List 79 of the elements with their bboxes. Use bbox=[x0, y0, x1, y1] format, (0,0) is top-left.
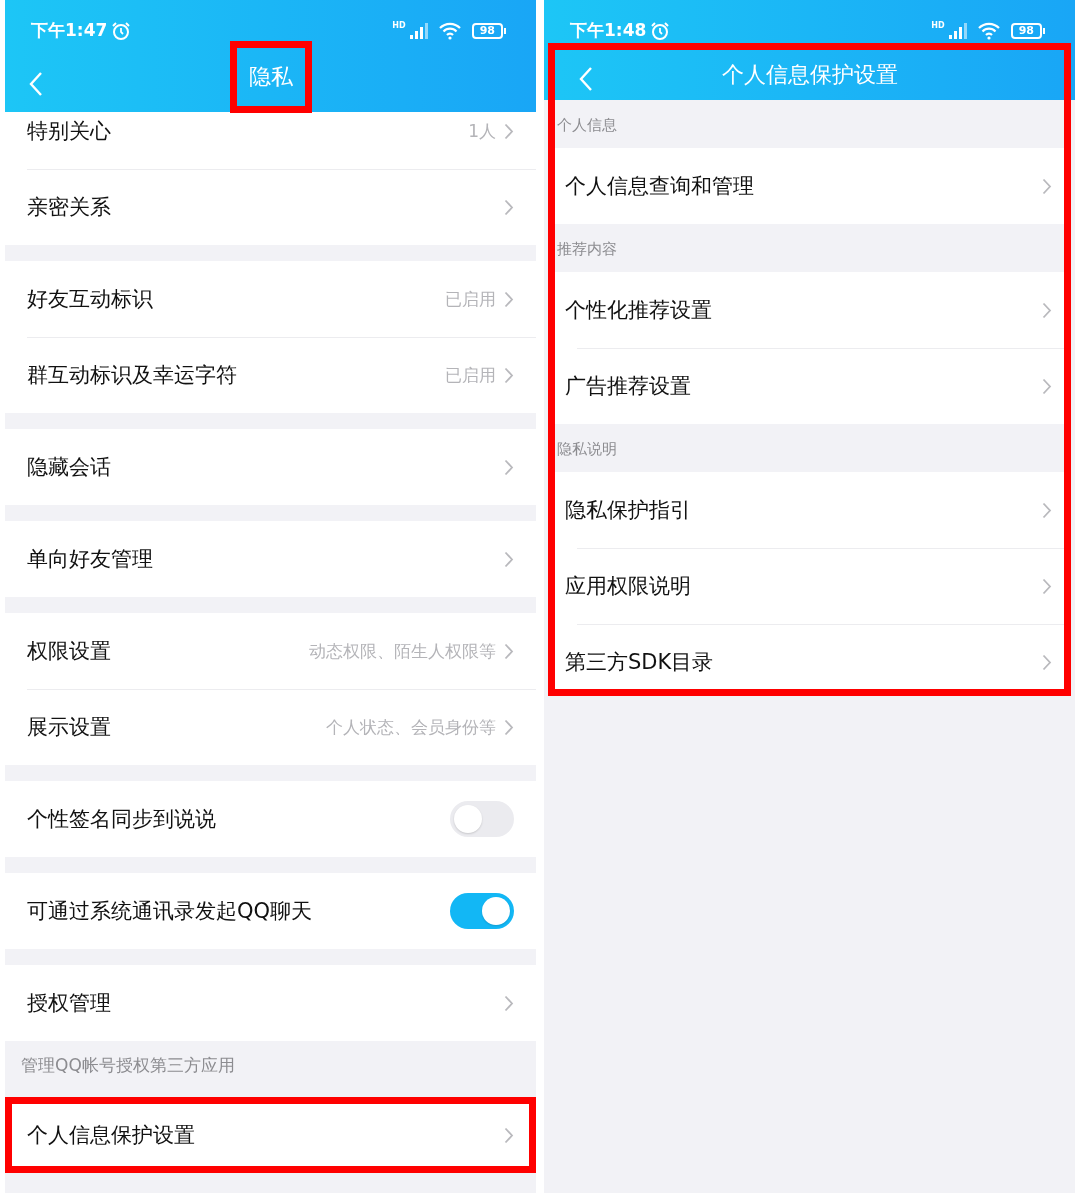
settings-row[interactable]: 亲密关系 bbox=[5, 169, 536, 245]
section-header: 个人信息 bbox=[556, 115, 618, 136]
wifi-icon bbox=[976, 21, 1001, 40]
settings-row[interactable]: 个人信息保护设置 bbox=[5, 1097, 536, 1173]
network-label: HD bbox=[392, 21, 406, 30]
chevron-icon bbox=[504, 458, 514, 476]
chevron-icon bbox=[1042, 653, 1052, 671]
row-label: 隐私保护指引 bbox=[565, 497, 692, 524]
chevron-icon bbox=[504, 550, 514, 568]
row-label: 好友互动标识 bbox=[27, 286, 154, 313]
row-label: 亲密关系 bbox=[27, 194, 112, 221]
row-label: 展示设置 bbox=[27, 714, 112, 741]
page-title: 个人信息保护设置 bbox=[720, 61, 899, 89]
settings-row[interactable]: 特别关心 1人 bbox=[5, 112, 536, 169]
toggle-switch[interactable] bbox=[450, 801, 514, 837]
chevron-icon bbox=[1042, 377, 1052, 395]
status-time: 下午1:47 bbox=[31, 19, 108, 42]
chevron-icon bbox=[504, 290, 514, 308]
settings-row[interactable]: 广告推荐设置 bbox=[555, 348, 1064, 424]
chevron-icon bbox=[504, 718, 514, 736]
row-label: 广告推荐设置 bbox=[565, 373, 692, 400]
wifi-icon bbox=[437, 21, 462, 40]
row-value: 已启用 bbox=[445, 287, 496, 311]
settings-row[interactable]: 个人信息查询和管理 bbox=[555, 148, 1064, 224]
row-value: 1人 bbox=[468, 119, 496, 143]
settings-row[interactable]: 可通过系统通讯录发起QQ聊天 bbox=[5, 873, 536, 949]
row-value: 已启用 bbox=[445, 363, 496, 387]
alarm-icon bbox=[650, 20, 671, 41]
battery-icon: 98 bbox=[1010, 22, 1045, 39]
chevron-icon bbox=[504, 366, 514, 384]
settings-row[interactable]: 展示设置 个人状态、会员身份等 bbox=[5, 689, 536, 765]
chevron-icon bbox=[1042, 577, 1052, 595]
row-label: 群互动标识及幸运字符 bbox=[27, 362, 238, 389]
signal-icon bbox=[948, 22, 967, 39]
settings-row[interactable]: 授权管理 bbox=[5, 965, 536, 1041]
settings-row[interactable]: 好友互动标识 已启用 bbox=[5, 261, 536, 337]
row-label: 特别关心 bbox=[27, 118, 112, 145]
row-label: 隐藏会话 bbox=[27, 454, 112, 481]
row-label: 个性化推荐设置 bbox=[565, 297, 713, 324]
settings-row[interactable]: 隐藏会话 bbox=[5, 429, 536, 505]
chevron-icon bbox=[504, 1126, 514, 1144]
row-value: 个人状态、会员身份等 bbox=[326, 715, 496, 739]
settings-row[interactable]: 群互动标识及幸运字符 已启用 bbox=[5, 337, 536, 413]
row-label: 第三方SDK目录 bbox=[565, 649, 715, 676]
row-label: 可通过系统通讯录发起QQ聊天 bbox=[27, 898, 314, 925]
alarm-icon bbox=[111, 20, 132, 41]
row-label: 单向好友管理 bbox=[27, 546, 154, 573]
back-icon bbox=[29, 71, 43, 97]
page-title: 隐私 bbox=[229, 41, 312, 113]
row-label: 应用权限说明 bbox=[565, 573, 692, 600]
chevron-icon bbox=[1042, 301, 1052, 319]
settings-row[interactable]: 单向好友管理 bbox=[5, 521, 536, 597]
settings-row[interactable]: 隐私保护指引 bbox=[555, 472, 1064, 548]
back-icon bbox=[579, 66, 593, 92]
row-label: 个性签名同步到说说 bbox=[27, 806, 217, 833]
section-header: 推荐内容 bbox=[556, 239, 618, 260]
chevron-icon bbox=[504, 122, 514, 140]
chevron-icon bbox=[1042, 177, 1052, 195]
section-footer: 管理QQ帐号授权第三方应用 bbox=[5, 1041, 536, 1097]
network-label: HD bbox=[931, 21, 945, 30]
row-label: 个人信息保护设置 bbox=[27, 1122, 196, 1149]
chevron-icon bbox=[504, 994, 514, 1012]
chevron-icon bbox=[504, 198, 514, 216]
signal-icon bbox=[409, 22, 428, 39]
settings-row[interactable]: 个性化推荐设置 bbox=[555, 272, 1064, 348]
row-label: 个人信息查询和管理 bbox=[565, 173, 755, 200]
battery-icon: 98 bbox=[471, 22, 506, 39]
settings-row[interactable]: 个性签名同步到说说 bbox=[5, 781, 536, 857]
section-header: 隐私说明 bbox=[556, 439, 618, 460]
chevron-icon bbox=[1042, 501, 1052, 519]
toggle-switch[interactable] bbox=[450, 893, 514, 929]
settings-row[interactable]: 权限设置 动态权限、陌生人权限等 bbox=[5, 613, 536, 689]
status-time: 下午1:48 bbox=[570, 19, 647, 42]
settings-row[interactable]: 第三方SDK目录 bbox=[555, 624, 1064, 689]
chevron-icon bbox=[504, 642, 514, 660]
row-value: 动态权限、陌生人权限等 bbox=[309, 639, 496, 663]
row-label: 权限设置 bbox=[27, 638, 112, 665]
row-label: 授权管理 bbox=[27, 990, 112, 1017]
settings-row[interactable]: 应用权限说明 bbox=[555, 548, 1064, 624]
